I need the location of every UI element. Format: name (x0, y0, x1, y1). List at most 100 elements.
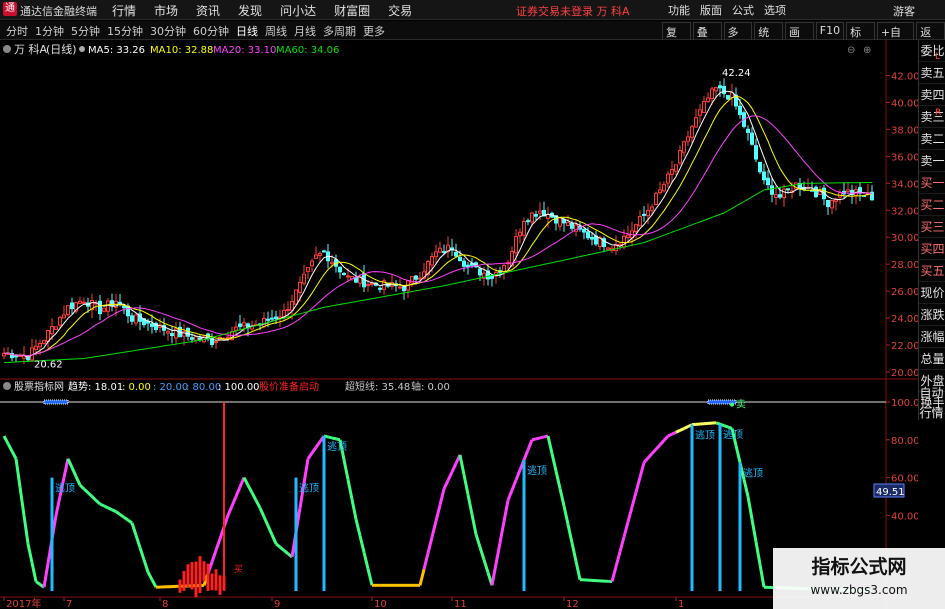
signal-histogram-bar (186, 564, 190, 588)
menu-item-trade[interactable]: 交易 (388, 2, 412, 19)
quote-bid2[interactable]: 买二 (919, 194, 945, 216)
candle-body (570, 223, 574, 229)
price-tick-label: 38.00 (891, 125, 918, 136)
menu-item-market[interactable]: 行情 (112, 2, 136, 19)
indicator-segment (671, 430, 677, 436)
menu-item-options[interactable]: 选项 (764, 2, 786, 18)
panel-tab-r[interactable]: R (935, 108, 941, 118)
zoom-out-icon[interactable]: ⊖ (847, 45, 855, 56)
candle-body (166, 331, 170, 334)
escape-top-label: 逃顶 (527, 464, 547, 477)
candle-body (646, 209, 650, 217)
sell-dot-icon (730, 402, 734, 407)
menu-item-ask[interactable]: 问小达 (280, 2, 316, 19)
quote-change[interactable]: 涨跌 (919, 304, 945, 326)
stock-name-label: 万 科A (14, 42, 47, 56)
price-tick-label: 42.00 (891, 71, 918, 82)
period-tab-5min[interactable]: 5分钟 (71, 23, 100, 39)
indicator-segment (679, 427, 685, 432)
candle-body (346, 275, 350, 278)
menu-item-formula[interactable]: 公式 (732, 2, 754, 18)
price-tick-label: 26.00 (891, 287, 918, 298)
watermark: 指标公式网 www.zbgs3.com (773, 548, 945, 609)
menu-item-layout[interactable]: 版面 (700, 2, 722, 18)
candle-body (318, 252, 322, 256)
tab-quote[interactable]: 行情 (918, 404, 945, 421)
candle-body (190, 337, 194, 340)
period-tab-more[interactable]: 更多 (363, 23, 385, 39)
candle-body (110, 300, 114, 307)
indicator-tick-label: 100.00 (891, 398, 918, 409)
candle-body (526, 220, 530, 223)
quote-bid5[interactable]: 买五 (919, 260, 945, 282)
candle-body (26, 357, 30, 361)
date-tick-label: 9 (274, 599, 280, 609)
candle-body (546, 214, 550, 219)
settings-dot-icon[interactable] (3, 45, 11, 53)
indicator-settings-icon[interactable] (3, 382, 11, 390)
tab-auto[interactable]: 自动 (918, 384, 945, 401)
menu-item-markets[interactable]: 市场 (154, 2, 178, 19)
candle-body (770, 185, 774, 195)
candle-body (642, 213, 646, 216)
signal-strip (43, 399, 69, 405)
period-tab-15min[interactable]: 15分钟 (107, 23, 143, 39)
candle-body (214, 341, 218, 344)
candle-body (606, 247, 610, 250)
period-tab-30min[interactable]: 30分钟 (150, 23, 186, 39)
period-tab-monthly[interactable]: 月线 (294, 23, 316, 39)
candle-body (654, 193, 658, 205)
candle-body (530, 212, 534, 223)
quote-bid4[interactable]: 买四 (919, 238, 945, 260)
candle-body (290, 300, 294, 311)
period-tab-weekly[interactable]: 周线 (265, 23, 287, 39)
candle-body (698, 109, 702, 116)
stock-chart[interactable]: 万 科A (日线) MA5: 33.26 MA10: 32.88 MA20: 3… (0, 40, 918, 609)
candle-body (70, 302, 74, 310)
quote-ask5[interactable]: 卖五 (919, 62, 945, 84)
quote-volume[interactable]: 总量 (919, 348, 945, 370)
ma-toggle-icon[interactable] (79, 46, 85, 52)
quote-committee-ratio[interactable]: 委比 (919, 40, 945, 62)
indicator-segment (715, 421, 721, 426)
quote-ask4[interactable]: 卖四 (919, 84, 945, 106)
candle-body (678, 150, 682, 164)
period-tab-60min[interactable]: 60分钟 (193, 23, 229, 39)
candle-body (670, 168, 674, 175)
candle-body (262, 317, 266, 328)
indicator-segment (667, 432, 673, 438)
candle-body (322, 250, 326, 253)
menu-item-discover[interactable]: 发现 (238, 2, 262, 19)
period-tab-multi[interactable]: 多周期 (323, 23, 356, 39)
candle-body (66, 305, 70, 316)
menu-item-news[interactable]: 资讯 (196, 2, 220, 19)
quote-bid3[interactable]: 买三 (919, 216, 945, 238)
candle-body (786, 188, 790, 191)
period-tab-1min[interactable]: 1分钟 (35, 23, 64, 39)
candle-body (458, 256, 462, 262)
candle-body (50, 325, 54, 335)
candle-body (518, 231, 522, 237)
candle-body (558, 217, 562, 227)
period-tab-timeshare[interactable]: 分时 (6, 23, 28, 39)
quote-bid1[interactable]: 买一 (919, 172, 945, 194)
zoom-in-icon[interactable]: ⊕ (863, 45, 871, 56)
period-tab-daily[interactable]: 日线 (236, 23, 258, 39)
quote-current-price[interactable]: 现价 (919, 282, 945, 304)
candle-body (270, 317, 274, 320)
candle-body (266, 318, 270, 321)
quote-change-pct[interactable]: 涨幅 (919, 326, 945, 348)
quote-ask1[interactable]: 卖一 (919, 150, 945, 172)
menu-item-wealth[interactable]: 财富圈 (334, 2, 370, 19)
candle-body (766, 177, 770, 186)
candle-body (194, 336, 198, 341)
indicator-segment (99, 502, 105, 508)
candle-body (146, 321, 150, 324)
guest-label[interactable]: 游客 (893, 3, 915, 19)
chart-background (0, 40, 918, 609)
candle-body (762, 171, 766, 181)
quote-ask2[interactable]: 卖二 (919, 128, 945, 150)
panel-tab-l[interactable]: L (935, 52, 940, 62)
candle-body (182, 330, 186, 337)
menu-item-function[interactable]: 功能 (668, 2, 690, 18)
